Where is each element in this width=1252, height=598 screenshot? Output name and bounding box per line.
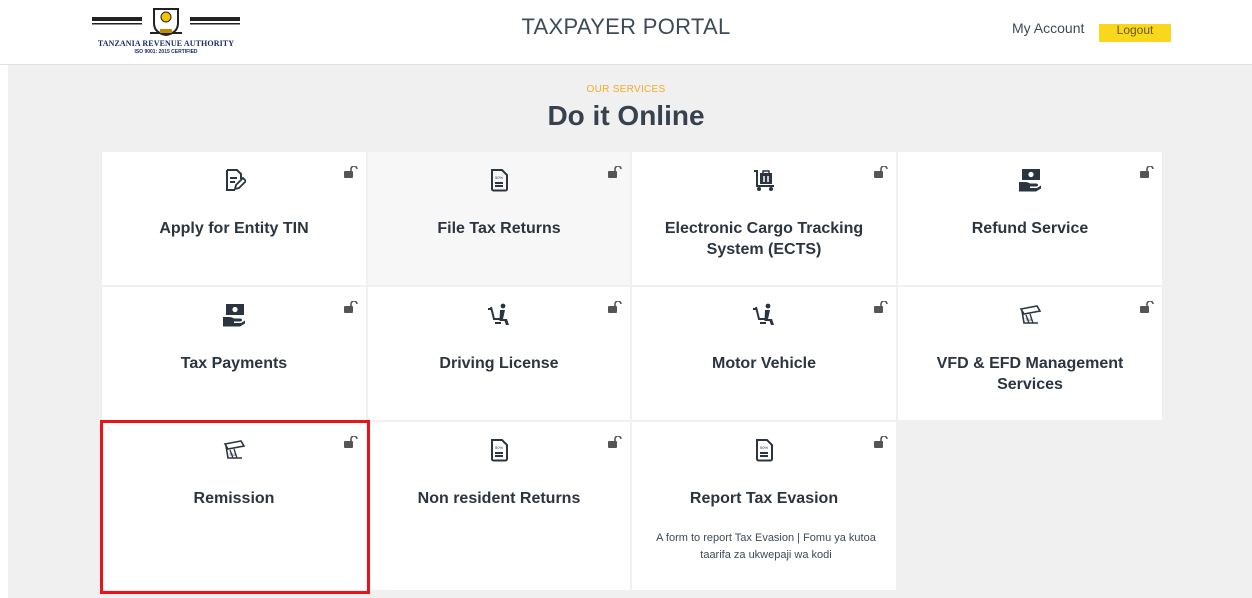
car-seat-icon [632,303,896,327]
service-tile-tax-payments[interactable]: Tax Payments [102,287,368,422]
section-eyebrow: OUR SERVICES [586,84,666,95]
service-tile-refund-service[interactable]: Refund Service [898,152,1164,287]
receipt-printer-icon [898,303,1162,327]
service-tile-label: Electronic Cargo Tracking System (ECTS) [664,220,864,258]
service-tile-description: A form to report Tax Evasion | Fomu ya k… [656,532,876,561]
service-tile-label: Apply for Entity TIN [159,220,309,237]
cargo-trolley-icon [632,168,896,192]
service-tile-motor-vehicle[interactable]: Motor Vehicle [632,287,898,422]
service-tile-report-tax-evasion[interactable]: Report Tax Evasion A form to report Tax … [632,422,898,592]
document-icon [368,168,630,192]
service-tile-label: Driving License [439,355,559,372]
section-heading: Do it Online [547,100,705,131]
service-tile-label: Tax Payments [180,355,288,372]
document-icon [632,438,896,462]
service-tile-remission[interactable]: Remission [102,422,368,592]
service-tile-label: Remission [193,490,275,507]
service-tile-non-resident-returns[interactable]: Non resident Returns [368,422,632,592]
hand-money-icon [898,168,1162,192]
service-tile-label: Refund Service [971,220,1089,237]
service-tile-file-tax-returns[interactable]: File Tax Returns [368,152,632,287]
logo-subtext: ISO 9001: 2015 CERTIFIED [134,49,198,55]
logo-text: TANZANIA REVENUE AUTHORITY [97,39,235,48]
service-tile-apply-entity-tin[interactable]: Apply for Entity TIN [102,152,368,287]
service-tile-driving-license[interactable]: Driving License [368,287,632,422]
receipt-printer-icon [102,438,366,462]
document-icon [368,438,630,462]
service-tile-vfd-efd-management[interactable]: VFD & EFD Management Services [898,287,1164,422]
service-tile-ects[interactable]: Electronic Cargo Tracking System (ECTS) [632,152,898,287]
service-tile-label: Report Tax Evasion [689,490,839,507]
service-tile-label: Motor Vehicle [711,355,817,372]
service-tile-label: Non resident Returns [417,490,581,507]
car-seat-icon [368,303,630,327]
service-tile-label: VFD & EFD Management Services [936,355,1124,393]
logout-button[interactable]: Logout [1099,24,1171,42]
edit-document-icon [102,168,366,192]
service-tile-label: File Tax Returns [437,220,561,237]
hand-money-icon [102,303,366,327]
top-header: TANZANIA REVENUE AUTHORITY ISO 9001: 201… [0,0,1252,65]
my-account-link[interactable]: My Account [1012,20,1084,36]
